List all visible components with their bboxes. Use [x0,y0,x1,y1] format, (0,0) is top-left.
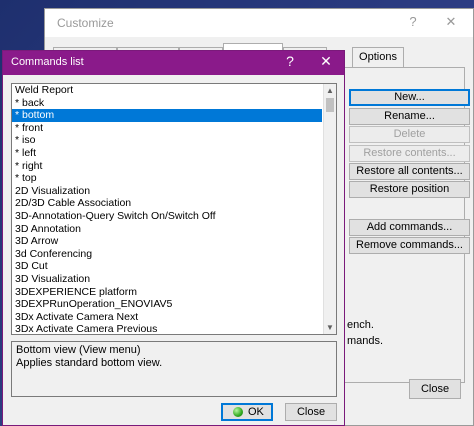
commands-list-help-button[interactable]: ? [279,53,301,69]
description-line-2: Applies standard bottom view. [16,357,163,369]
commands-list-close-icon[interactable]: ✕ [315,53,337,70]
remove-commands-button[interactable]: Remove commands... [349,237,470,254]
list-item[interactable]: * front [12,122,322,135]
add-commands-button[interactable]: Add commands... [349,219,470,236]
list-item[interactable]: Weld Report [12,84,322,97]
list-item[interactable]: 2D Visualization [12,185,322,198]
command-description: Bottom view (View menu) Applies standard… [11,341,337,397]
commands-scrollbar[interactable]: ▲ ▼ [323,84,336,334]
customize-close-icon[interactable]: ✕ [441,14,461,30]
list-item[interactable]: 3D Arrow [12,235,322,248]
list-item[interactable]: * right [12,160,322,173]
restore-all-contents-button[interactable]: Restore all contents... [349,163,470,180]
customize-help-button[interactable]: ? [403,14,423,29]
list-item[interactable]: * top [12,172,322,185]
restore-contents-button[interactable]: Restore contents... [349,145,470,162]
commands-items: Weld Report * back * bottom * front * is… [12,84,322,334]
ok-button[interactable]: OK [221,403,273,421]
commands-listbox[interactable]: Weld Report * back * bottom * front * is… [11,83,337,335]
list-item[interactable]: 3d Conferencing [12,248,322,261]
list-item[interactable]: 3DEXPERIENCE platform [12,286,322,299]
list-item[interactable]: 3D Cut [12,260,322,273]
scroll-thumb[interactable] [326,98,334,112]
scroll-up-icon[interactable]: ▲ [324,84,336,97]
commands-list-title: Commands list [11,56,84,68]
commands-list-dialog: Commands list ? ✕ Weld Report * back * b… [2,50,345,426]
new-button[interactable]: New... [349,89,470,106]
partial-text-1: ench. [347,319,374,331]
description-line-1: Bottom view (View menu) [16,344,141,356]
ok-status-icon [233,407,243,417]
restore-position-button[interactable]: Restore position [349,181,470,198]
list-item[interactable]: * left [12,147,322,160]
commands-list-titlebar: Commands list ? ✕ [3,51,344,75]
list-item[interactable]: * bottom [12,109,322,122]
commands-list-close-button[interactable]: Close [285,403,337,421]
customize-title: Customize [57,16,114,30]
list-item[interactable]: 3D Annotation [12,223,322,236]
ok-label: OK [248,406,264,418]
rename-button[interactable]: Rename... [349,108,470,125]
delete-button[interactable]: Delete [349,126,470,143]
partial-text-2: mands. [347,335,384,347]
tab-options[interactable]: Options [352,47,404,67]
scroll-down-icon[interactable]: ▼ [324,321,336,334]
list-item[interactable]: * back [12,97,322,110]
list-item[interactable]: 3Dx Activate Camera Next [12,311,322,324]
customize-close-button[interactable]: Close [409,379,461,399]
list-item[interactable]: 3D-Annotation-Query Switch On/Switch Off [12,210,322,223]
list-item[interactable]: * iso [12,134,322,147]
list-item[interactable]: 3DEXPRunOperation_ENOVIAV5 [12,298,322,311]
list-item[interactable]: 3Dx Activate Camera Previous [12,323,322,334]
list-item[interactable]: 2D/3D Cable Association [12,197,322,210]
customize-titlebar: Customize ? ✕ [45,9,473,37]
list-item[interactable]: 3D Visualization [12,273,322,286]
